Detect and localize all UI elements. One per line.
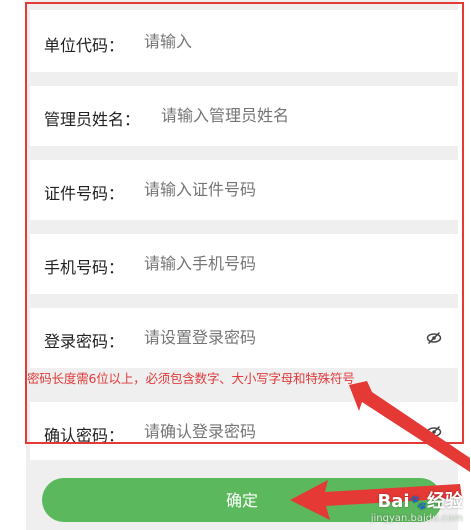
id-number-input[interactable]	[144, 180, 424, 199]
eye-hidden-icon[interactable]	[426, 424, 442, 440]
confirm-password-label: 确认密码：	[44, 426, 125, 445]
watermark-url: jingyan.baidu.com	[370, 513, 463, 524]
watermark-logo-suffix: 经验	[427, 491, 463, 512]
eye-hidden-icon[interactable]	[426, 330, 442, 346]
phone-row: 手机号码：	[30, 234, 458, 294]
admin-name-input[interactable]	[161, 106, 441, 125]
confirm-password-row: 确认密码：	[30, 402, 458, 460]
watermark-logo: Bai🐾经验	[371, 487, 463, 513]
login-password-label: 登录密码：	[44, 332, 125, 351]
login-password-row: 登录密码：	[30, 308, 458, 368]
unit-code-label: 单位代码：	[44, 36, 125, 55]
phone-input[interactable]	[144, 254, 424, 273]
paw-icon: 🐾	[409, 495, 427, 511]
unit-code-input[interactable]	[144, 32, 424, 51]
confirm-password-input[interactable]	[144, 422, 394, 441]
password-hint: 密码长度需6位以上，必须包含数字、大小写字母和特殊符号	[27, 371, 355, 386]
phone-label: 手机号码：	[44, 258, 125, 277]
id-number-row: 证件号码：	[30, 160, 458, 220]
admin-name-label: 管理员姓名：	[44, 110, 141, 129]
login-password-input[interactable]	[144, 328, 394, 347]
admin-name-row: 管理员姓名：	[30, 86, 458, 146]
id-number-label: 证件号码：	[44, 184, 125, 203]
unit-code-row: 单位代码：	[30, 10, 458, 72]
watermark: Bai🐾经验 jingyan.baidu.com	[371, 487, 463, 524]
watermark-logo-text: Bai	[377, 491, 410, 512]
